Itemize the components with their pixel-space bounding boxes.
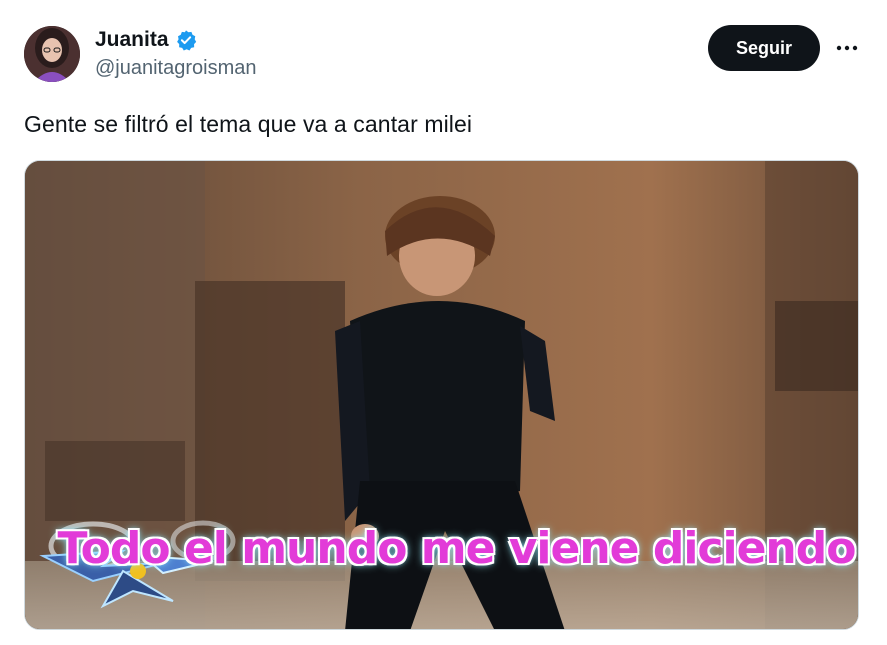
- user-handle[interactable]: @juanitagroisman: [95, 57, 257, 80]
- tweet-text: Gente se filtró el tema que va a cantar …: [24, 111, 473, 137]
- more-options-icon[interactable]: [831, 32, 863, 64]
- author-info: Juanita @juanitagroisman: [95, 27, 257, 80]
- name-row: Juanita: [95, 27, 257, 53]
- avatar[interactable]: [24, 26, 80, 82]
- display-name[interactable]: Juanita: [95, 28, 169, 52]
- verified-badge-icon[interactable]: [175, 29, 197, 51]
- tweet-media[interactable]: Todo el mundo me viene diciendo: [24, 160, 859, 630]
- media-caption: Todo el mundo me viene diciendo: [57, 523, 857, 574]
- follow-button[interactable]: Seguir: [708, 25, 820, 71]
